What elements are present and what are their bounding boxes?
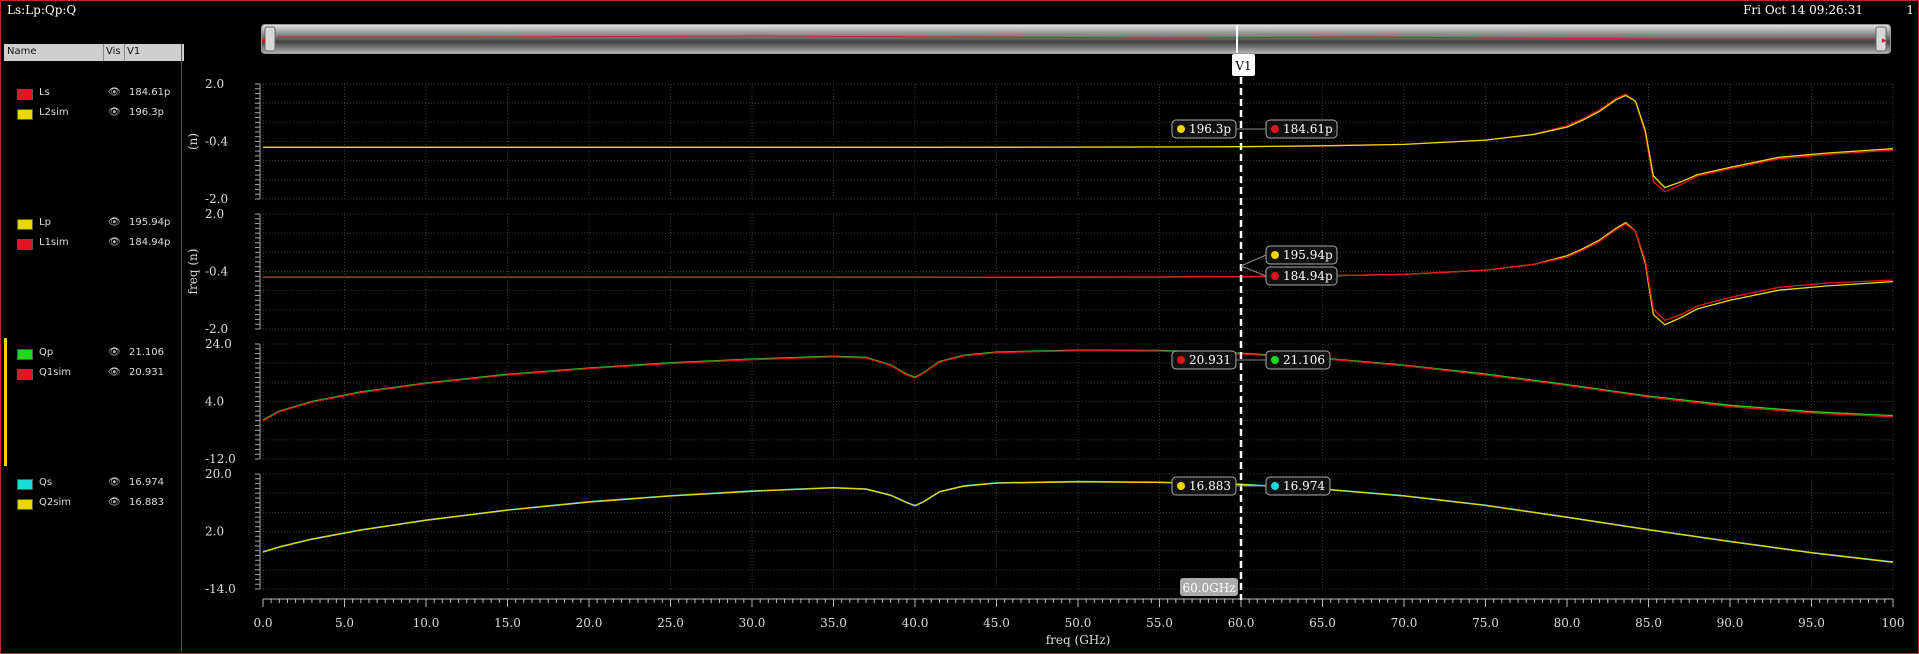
x-tick-label: 75.0 bbox=[1472, 616, 1499, 630]
y-tick-label: 2.0 bbox=[205, 207, 224, 221]
x-tick-label: 15.0 bbox=[494, 616, 521, 630]
x-tick-label: 95.0 bbox=[1798, 616, 1825, 630]
x-tick-label: 25.0 bbox=[657, 616, 684, 630]
panel-0: 2.0 -0.4 -2.0 (n) bbox=[186, 77, 1894, 206]
y-tick-label: 2.0 bbox=[205, 525, 224, 539]
marker-panel1-top: 195.94p bbox=[1265, 245, 1338, 265]
marker-value: 16.883 bbox=[1189, 479, 1231, 493]
cursor-x-readout-text: 60.0GHz bbox=[1182, 581, 1235, 595]
marker-value: 184.94p bbox=[1283, 269, 1333, 283]
marker-value: 20.931 bbox=[1189, 353, 1231, 367]
x-tick-label: 40.0 bbox=[902, 616, 929, 630]
marker-dot bbox=[1177, 482, 1185, 490]
y-tick-label: -2.0 bbox=[205, 192, 228, 206]
y-tick-label: -0.4 bbox=[205, 135, 229, 149]
x-tick-label: 90.0 bbox=[1717, 616, 1744, 630]
marker-panel0-left: 196.3p bbox=[1171, 119, 1237, 139]
y-tick-label: 24.0 bbox=[205, 337, 232, 351]
y-tick-label: -2.0 bbox=[205, 322, 228, 336]
series-lp bbox=[263, 221, 1894, 326]
marker-leader bbox=[1240, 254, 1267, 267]
marker-value: 195.94p bbox=[1283, 248, 1333, 262]
y-tick-label: -0.4 bbox=[205, 265, 229, 279]
marker-value: 21.106 bbox=[1283, 353, 1325, 367]
marker-panel2-right: 21.106 bbox=[1265, 350, 1331, 370]
marker-panel0-right: 184.61p bbox=[1265, 119, 1338, 139]
panel-2: 24.0 4.0 -12.0 bbox=[205, 337, 1894, 466]
marker-dot bbox=[1271, 272, 1279, 280]
marker-panel3-left: 16.883 bbox=[1171, 476, 1237, 496]
marker-value: 196.3p bbox=[1189, 122, 1231, 136]
marker-dot bbox=[1177, 125, 1185, 133]
y-tick-label: 2.0 bbox=[205, 77, 224, 91]
y-tick-label: 4.0 bbox=[205, 395, 224, 409]
marker-value: 184.61p bbox=[1283, 122, 1333, 136]
cursor-x-readout: 60.0GHz bbox=[1180, 578, 1238, 596]
x-tick-label: 55.0 bbox=[1146, 616, 1173, 630]
x-axis-label: freq (GHz) bbox=[1046, 633, 1111, 647]
x-tick-label: 80.0 bbox=[1554, 616, 1581, 630]
x-tick-label: 45.0 bbox=[983, 616, 1010, 630]
cursor-label: V1 bbox=[1232, 54, 1255, 76]
x-tick-label: 65.0 bbox=[1309, 616, 1336, 630]
y-tick-label: 20.0 bbox=[205, 467, 232, 481]
x-tick-label: 70.0 bbox=[1391, 616, 1418, 630]
marker-panel3-right: 16.974 bbox=[1265, 476, 1331, 496]
waveform-chart: 2.0 -0.4 -2.0 (n) 2.0 -0.4 -2.0 freq (n) 24.0 4.0… bbox=[186, 54, 1905, 647]
x-tick-label: 30.0 bbox=[739, 616, 766, 630]
y-tick-label: -14.0 bbox=[205, 582, 236, 596]
marker-dot bbox=[1271, 482, 1279, 490]
x-tick-label: 50.0 bbox=[1065, 616, 1092, 630]
series-qp bbox=[262, 349, 1894, 421]
y-axis-label: (n) bbox=[186, 133, 200, 150]
x-tick-label: 35.0 bbox=[820, 616, 847, 630]
x-tick-label: 0.0 bbox=[253, 616, 272, 630]
x-tick-label: 85.0 bbox=[1635, 616, 1662, 630]
x-tick-label: 5.0 bbox=[335, 616, 354, 630]
marker-dot bbox=[1271, 125, 1279, 133]
marker-panel2-left: 20.931 bbox=[1171, 350, 1237, 370]
marker-dot bbox=[1271, 356, 1279, 364]
marker-panel1-bottom: 184.94p bbox=[1265, 266, 1338, 286]
x-tick-label: 10.0 bbox=[413, 616, 440, 630]
y-tick-label: -12.0 bbox=[205, 452, 236, 466]
x-tick-label: 60.0 bbox=[1228, 616, 1255, 630]
panel-3: 20.0 2.0 -14.0 bbox=[205, 467, 1894, 596]
marker-value: 16.974 bbox=[1283, 479, 1325, 493]
x-tick-label: 100 bbox=[1882, 616, 1905, 630]
marker-dot bbox=[1271, 251, 1279, 259]
x-tick-label: 20.0 bbox=[576, 616, 603, 630]
y-axis-label: freq (n) bbox=[186, 249, 200, 295]
cursor-label-text: V1 bbox=[1234, 59, 1251, 73]
marker-dot bbox=[1177, 356, 1185, 364]
panel-1: 2.0 -0.4 -2.0 freq (n) bbox=[186, 207, 1894, 336]
